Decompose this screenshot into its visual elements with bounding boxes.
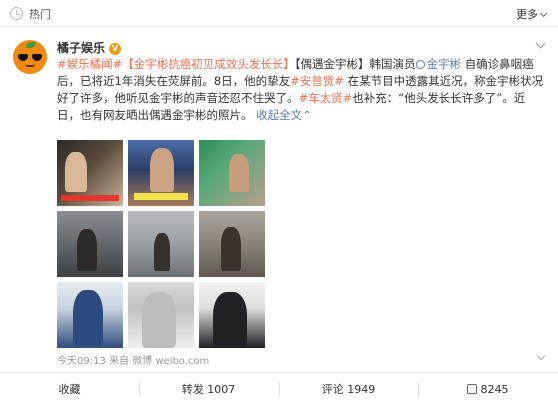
hot-label: 热门 bbox=[29, 8, 51, 21]
photo-thumbnail[interactable] bbox=[128, 211, 194, 277]
photo-caption-bar bbox=[61, 195, 119, 201]
book-title: 【偶遇金宇彬】 bbox=[294, 57, 370, 71]
photo-thumbnail[interactable] bbox=[128, 140, 194, 206]
thumbs-up-icon bbox=[466, 384, 477, 394]
photo-thumbnail[interactable] bbox=[57, 211, 123, 277]
favorite-button[interactable]: 收藏 bbox=[0, 373, 139, 405]
collapse-link[interactable]: 收起全文⌃ bbox=[256, 108, 312, 122]
mention-link[interactable]: 金宇彬 bbox=[415, 57, 462, 71]
post-meta: 今天09:13 来自 微博 weibo.com bbox=[57, 356, 210, 367]
chevron-right-icon bbox=[539, 9, 548, 18]
hashtag-link[interactable]: #安普贤# bbox=[290, 74, 344, 88]
photo-subject bbox=[77, 229, 97, 271]
comment-label[interactable]: 评论 1949 bbox=[322, 383, 376, 396]
chevron-down-icon[interactable] bbox=[536, 351, 546, 361]
photo-thumbnail[interactable] bbox=[57, 140, 123, 206]
photo-thumbnail[interactable] bbox=[199, 140, 265, 206]
title-link[interactable]: 【金宇彬抗癌初见成效头发长长】 bbox=[122, 57, 295, 71]
card-header: 热门 更多 bbox=[0, 0, 558, 27]
collapse-label[interactable]: 收起全文 bbox=[256, 108, 302, 122]
repost-button[interactable]: 转发 1007 bbox=[139, 373, 278, 405]
avatar-mouth bbox=[25, 64, 35, 67]
photo-thumbnail[interactable] bbox=[57, 282, 123, 348]
like-button[interactable]: 8245 bbox=[418, 373, 557, 405]
favorite-label[interactable]: 收藏 bbox=[59, 383, 81, 396]
person-icon bbox=[415, 60, 425, 69]
mention-label[interactable]: 金宇彬 bbox=[427, 57, 462, 71]
action-bar: 收藏 转发 1007 评论 1949 8245 bbox=[0, 372, 558, 405]
more-label[interactable]: 更多 bbox=[516, 8, 538, 21]
verified-icon: V bbox=[109, 43, 122, 55]
author-name[interactable]: 橘子娱乐 bbox=[57, 41, 105, 55]
photo-thumbnail[interactable] bbox=[128, 282, 194, 348]
photo-caption-bar bbox=[134, 193, 188, 200]
post-text: #娱乐橘闻#【金宇彬抗癌初见成效头发长长】【偶遇金宇彬】韩国演员 金宇彬 自确诊鼻… bbox=[57, 56, 545, 124]
photo-subject bbox=[65, 152, 87, 192]
hashtag-link[interactable]: #车太贤# bbox=[299, 91, 353, 105]
text-segment: 韩国演员 bbox=[369, 57, 416, 71]
collapse-arrow-icon: ⌃ bbox=[302, 108, 312, 122]
more-link[interactable]: 更多 bbox=[516, 6, 548, 22]
photo-subject bbox=[73, 290, 103, 346]
photo-subject bbox=[213, 292, 247, 348]
hashtag-link[interactable]: #娱乐橘闻# bbox=[57, 57, 122, 71]
hot-icon bbox=[10, 7, 23, 20]
post-menu-chevron-icon[interactable] bbox=[535, 38, 546, 49]
photo-subject bbox=[142, 292, 176, 348]
photo-thumbnail[interactable] bbox=[199, 282, 265, 348]
photo-thumbnail[interactable] bbox=[199, 211, 265, 277]
like-count[interactable]: 8245 bbox=[481, 383, 509, 396]
photo-subject bbox=[229, 154, 249, 192]
photo-subject bbox=[154, 233, 170, 271]
photo-subject bbox=[150, 148, 174, 192]
comment-button[interactable]: 评论 1949 bbox=[279, 373, 418, 405]
repost-label[interactable]: 转发 1007 bbox=[182, 383, 236, 396]
photo-subject bbox=[221, 227, 241, 271]
avatar[interactable] bbox=[13, 40, 47, 74]
author-name-row: 橘子娱乐 V bbox=[57, 39, 122, 56]
avatar-leaf bbox=[26, 42, 36, 48]
photo-grid bbox=[57, 140, 267, 348]
avatar-sunglasses bbox=[18, 54, 42, 61]
